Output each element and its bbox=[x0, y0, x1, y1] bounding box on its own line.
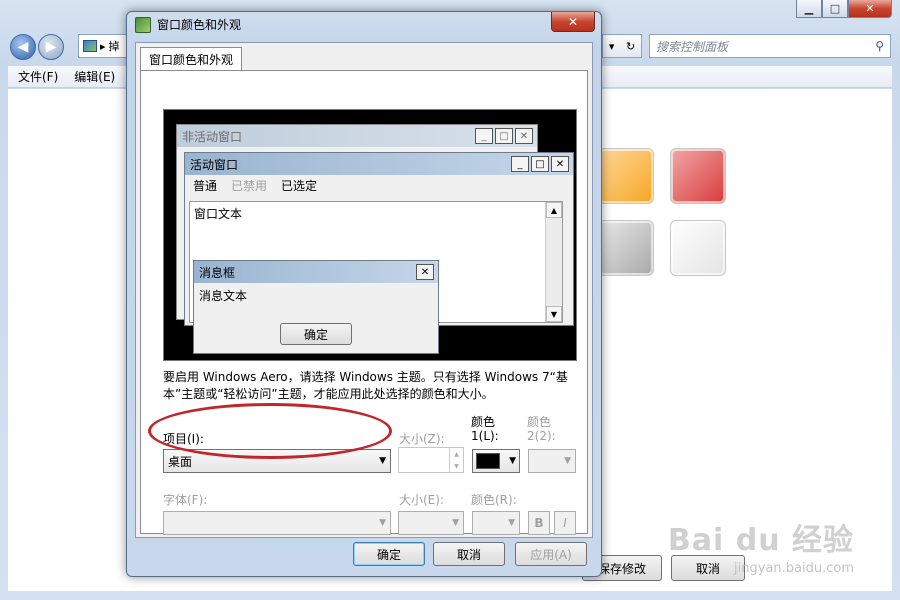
msgbox-text: 消息文本 bbox=[199, 289, 248, 303]
scroll-up-icon: ▲ bbox=[546, 202, 562, 218]
msgbox-title: 消息框 bbox=[199, 265, 236, 280]
search-icon[interactable]: ⚲ bbox=[875, 39, 884, 53]
apply-label: 应用(A) bbox=[530, 547, 572, 562]
refresh-icon[interactable]: ↻ bbox=[626, 40, 635, 53]
ok-label: 确定 bbox=[376, 547, 401, 562]
dropdown-arrow-icon[interactable]: ▾ bbox=[609, 40, 615, 53]
bold-button: B bbox=[528, 511, 550, 535]
color2-picker: ▼ bbox=[528, 449, 576, 473]
bold-icon: B bbox=[534, 516, 544, 530]
address-separator: ▸ bbox=[100, 39, 106, 53]
tab-window-color[interactable]: 窗口颜色和外观 bbox=[140, 47, 243, 71]
preview-ok-button: 确定 bbox=[280, 323, 352, 345]
preview-max-icon: □ bbox=[531, 156, 549, 172]
color2-label-top: 颜色 bbox=[527, 415, 552, 429]
item-label: 项目(I): bbox=[163, 432, 204, 446]
window-text: 窗口文本 bbox=[194, 207, 243, 221]
size-stepper: ▲ ▼ bbox=[398, 447, 464, 473]
menu-normal: 普通 bbox=[193, 178, 218, 193]
italic-icon: I bbox=[563, 516, 567, 530]
chevron-down-icon: ▼ bbox=[509, 456, 516, 466]
close-button[interactable]: ✕ bbox=[848, 0, 892, 18]
forward-button[interactable]: ▶ bbox=[38, 34, 64, 60]
font-size-select: ▼ bbox=[398, 511, 464, 535]
preview-message-box: 消息框 ✕ 消息文本 确定 bbox=[193, 260, 439, 354]
active-title: 活动窗口 bbox=[190, 157, 239, 172]
chevron-down-icon: ▼ bbox=[564, 456, 571, 466]
active-titlebar: 活动窗口 _ □ ✕ bbox=[185, 153, 573, 175]
dialog-close-button[interactable]: ✕ bbox=[551, 12, 595, 32]
ok-button[interactable]: 确定 bbox=[353, 542, 425, 566]
font-label: 字体(F): bbox=[163, 493, 208, 507]
save-changes-label: 保存修改 bbox=[597, 561, 646, 576]
menu-edit[interactable]: 编辑(E) bbox=[74, 68, 115, 85]
color-swatch-gray[interactable] bbox=[598, 220, 654, 276]
item-select[interactable]: 桌面 ▼ bbox=[163, 449, 391, 473]
aero-description: 要启用 Windows Aero，请选择 Windows 主题。只有选择 Win… bbox=[163, 370, 568, 401]
color1-picker[interactable]: ▼ bbox=[472, 449, 520, 473]
search-input[interactable]: 搜索控制面板 ⚲ bbox=[649, 34, 891, 58]
cancel-label: 取消 bbox=[456, 547, 481, 562]
chevron-down-icon: ▼ bbox=[379, 456, 386, 466]
cancel-button[interactable]: 取消 bbox=[433, 542, 505, 566]
menu-selected: 已选定 bbox=[281, 178, 318, 193]
apply-button: 应用(A) bbox=[515, 542, 587, 566]
minimize-button[interactable]: ▁ bbox=[796, 0, 822, 18]
address-controls: ▾ ↻ bbox=[602, 34, 642, 58]
font-size-label: 大小(E): bbox=[399, 493, 444, 507]
preview-close-icon: ✕ bbox=[515, 128, 533, 144]
baidu-watermark-url: jingyan.baidu.com bbox=[734, 561, 854, 576]
dialog-title: 窗口颜色和外观 bbox=[157, 18, 242, 32]
back-button[interactable]: ◀ bbox=[10, 34, 36, 60]
chevron-down-icon: ▼ bbox=[452, 518, 459, 528]
preview-menu: 普通 已禁用 已选定 bbox=[185, 175, 573, 195]
font-select: ▼ bbox=[163, 511, 391, 535]
scroll-down-icon: ▼ bbox=[546, 306, 562, 322]
preview-scrollbar: ▲ ▼ bbox=[545, 202, 562, 322]
window-color-dialog: 窗口颜色和外观 ✕ 窗口颜色和外观 非活动窗口 _ □ ✕ 活动窗口 _ □ ✕… bbox=[126, 11, 602, 577]
color1-swatch bbox=[476, 453, 500, 469]
stepper-arrows-icon: ▲ ▼ bbox=[449, 448, 463, 472]
appearance-preview: 非活动窗口 _ □ ✕ 活动窗口 _ □ ✕ 普通 已禁用 已选定 窗口文本 ▲… bbox=[163, 109, 577, 361]
item-select-value: 桌面 bbox=[168, 454, 193, 469]
preview-min-icon: _ bbox=[511, 156, 529, 172]
bg-cancel-label: 取消 bbox=[695, 561, 720, 576]
address-text: 掉 bbox=[108, 40, 120, 53]
inactive-titlebar: 非活动窗口 _ □ ✕ bbox=[177, 125, 537, 147]
chevron-down-icon: ▼ bbox=[379, 518, 386, 528]
display-settings-icon bbox=[135, 16, 151, 33]
font-color-picker: ▼ bbox=[472, 511, 520, 535]
maximize-button[interactable]: □ bbox=[822, 0, 848, 18]
menu-disabled: 已禁用 bbox=[231, 178, 268, 193]
forward-arrow-icon: ▶ bbox=[45, 39, 57, 55]
tab-label: 窗口颜色和外观 bbox=[149, 53, 234, 67]
search-placeholder: 搜索控制面板 bbox=[656, 39, 729, 54]
preview-close-icon: ✕ bbox=[416, 264, 434, 280]
color-swatch-orange[interactable] bbox=[598, 148, 654, 204]
preview-max-icon: □ bbox=[495, 128, 513, 144]
close-icon: ✕ bbox=[567, 14, 579, 29]
font-color-label: 颜色(R): bbox=[471, 493, 517, 507]
preview-ok-label: 确定 bbox=[303, 327, 328, 342]
italic-button: I bbox=[554, 511, 576, 535]
size-label: 大小(Z): bbox=[399, 432, 445, 446]
chevron-down-icon: ▼ bbox=[508, 518, 515, 528]
control-panel-icon bbox=[83, 40, 97, 52]
baidu-watermark: Bai du 经验 bbox=[667, 523, 854, 558]
color1-label-bottom: 1(L): bbox=[471, 429, 499, 443]
inactive-title: 非活动窗口 bbox=[182, 129, 243, 144]
dialog-titlebar: 窗口颜色和外观 bbox=[135, 16, 241, 33]
tab-panel: 非活动窗口 _ □ ✕ 活动窗口 _ □ ✕ 普通 已禁用 已选定 窗口文本 ▲… bbox=[140, 70, 588, 535]
back-arrow-icon: ◀ bbox=[17, 39, 29, 55]
preview-close-icon: ✕ bbox=[551, 156, 569, 172]
dialog-body: 窗口颜色和外观 非活动窗口 _ □ ✕ 活动窗口 _ □ ✕ 普通 已禁用 已选… bbox=[135, 42, 593, 538]
menu-file[interactable]: 文件(F) bbox=[18, 68, 58, 85]
color2-label-bottom: 2(2): bbox=[527, 429, 556, 443]
window-caption-buttons: ▁ □ ✕ bbox=[796, 0, 892, 18]
msgbox-titlebar: 消息框 ✕ bbox=[194, 261, 438, 283]
color1-label-top: 颜色 bbox=[471, 415, 496, 429]
color-swatch-red[interactable] bbox=[670, 148, 726, 204]
color-swatch-white[interactable] bbox=[670, 220, 726, 276]
preview-min-icon: _ bbox=[475, 128, 493, 144]
